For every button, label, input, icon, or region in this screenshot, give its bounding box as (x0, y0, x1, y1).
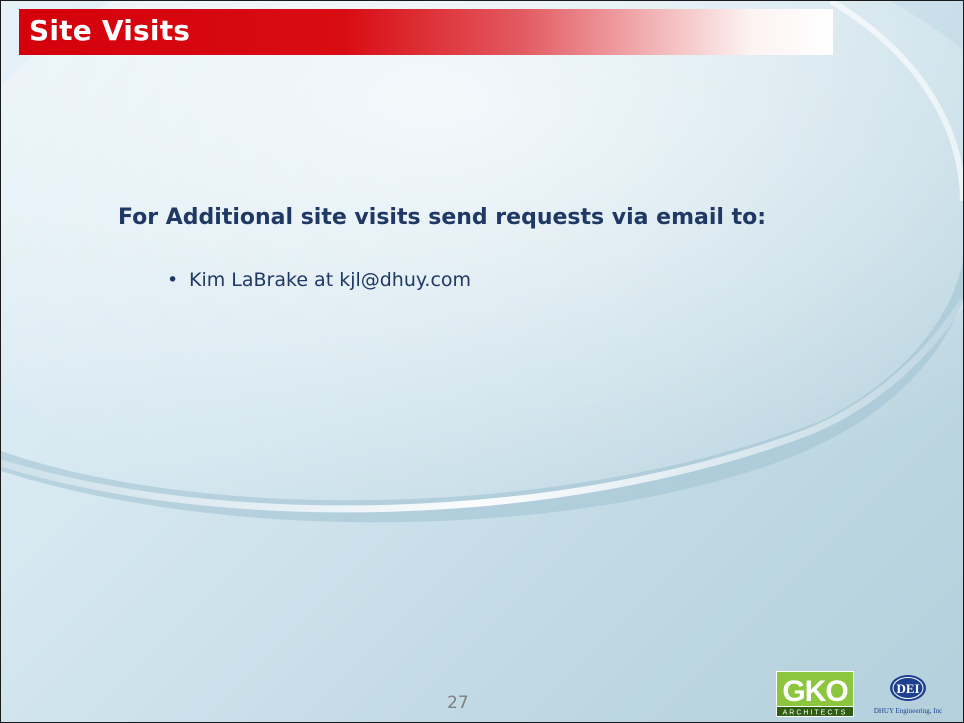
slide: Site Visits For Additional site visits s… (0, 0, 964, 723)
page-number: 27 (447, 693, 469, 713)
gko-logo-subtext: ARCHITECTS (783, 710, 848, 717)
slide-heading: For Additional site visits send requests… (118, 205, 767, 230)
slide-title: Site Visits (29, 14, 191, 47)
dei-logo-text: DEI (896, 681, 919, 696)
bullet-list: • Kim LaBrake at kjl@dhuy.com (167, 269, 471, 291)
bullet-dot-icon: • (167, 269, 179, 291)
title-bar: Site Visits (19, 9, 833, 55)
bullet-item: • Kim LaBrake at kjl@dhuy.com (167, 269, 471, 291)
dei-logo-subtext: DHUY Engineering, Inc (874, 707, 942, 715)
bullet-text: Kim LaBrake at kjl@dhuy.com (189, 269, 472, 291)
dei-logo: DEI DHUY Engineering, Inc (874, 675, 942, 715)
background-swoosh (1, 1, 963, 551)
gko-architects-logo: GKO ARCHITECTS (776, 671, 854, 717)
gko-logo-text: GKO (782, 675, 848, 708)
